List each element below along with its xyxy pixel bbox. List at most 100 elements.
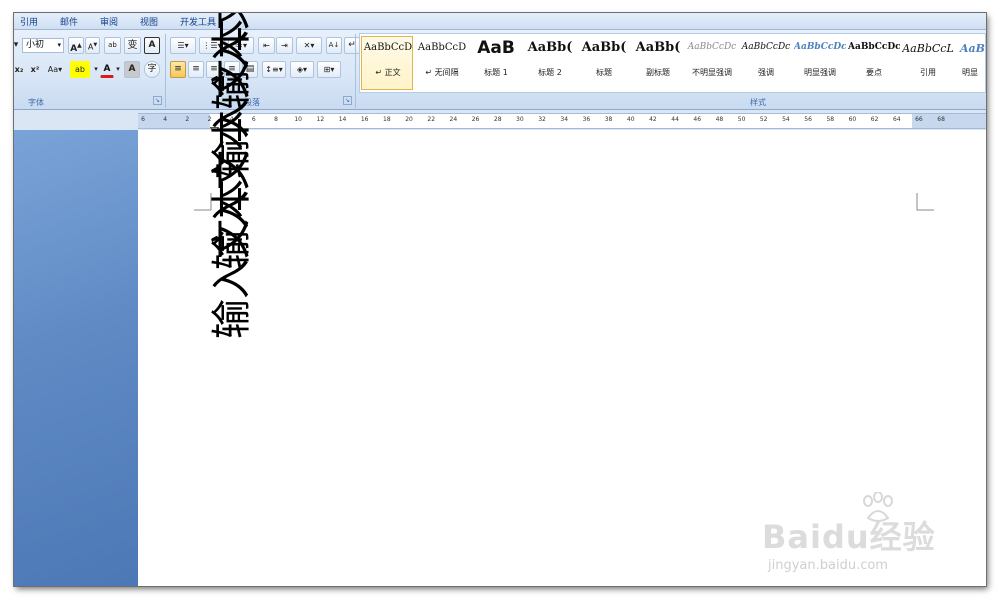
styles-group-label: 样式: [750, 98, 766, 107]
increase-indent-icon[interactable]: ⇥: [276, 37, 293, 54]
ruler-tick-label: 24: [449, 116, 458, 123]
chinese-layout-icon[interactable]: ✕▾: [296, 37, 322, 54]
style-intense-emphasis[interactable]: AaBbCcDc 明显强调: [793, 36, 846, 90]
group-divider: [165, 34, 166, 108]
ruler-tick-label: 58: [826, 116, 835, 123]
style-name: 引用: [920, 68, 936, 77]
style-name: ↵ 正文: [375, 68, 401, 77]
sort-icon[interactable]: A↓: [326, 37, 342, 54]
style-intense-quote[interactable]: AaB 明显: [955, 36, 985, 90]
style-subtitle[interactable]: AaBb( 副标题: [631, 36, 683, 90]
horizontal-ruler[interactable]: 6 4 2 2 4 6 8 10 12 14 16 18 20 22 24 26 28 30 32 34 36 38 40 4…: [138, 113, 986, 129]
phonetic-guide-icon[interactable]: 变: [124, 37, 141, 54]
style-name: 标题 1: [484, 68, 508, 77]
shrink-font-button[interactable]: A▼: [85, 37, 100, 54]
style-emphasis[interactable]: AaBbCcDc 强调: [739, 36, 791, 90]
show-marks-icon[interactable]: ↵: [344, 37, 360, 54]
ruler-tick-label: 52: [759, 116, 768, 123]
style-name: 明显: [962, 68, 978, 77]
style-preview: AaBbCcDc: [687, 42, 737, 52]
enclose-characters-icon[interactable]: 字: [144, 61, 160, 78]
watermark-brand: Baidu经验: [762, 518, 936, 556]
change-case-button[interactable]: Aa▾: [44, 61, 66, 78]
style-preview: AaB: [960, 42, 985, 55]
style-name: 副标题: [646, 68, 670, 77]
style-title[interactable]: AaBb( 标题: [577, 36, 629, 90]
baidu-watermark: Baidu经验 jingyan.baidu.com: [762, 492, 962, 582]
chevron-down-icon[interactable]: ▾: [114, 61, 122, 78]
font-name-dropdown-arrow[interactable]: ▾: [14, 37, 20, 54]
ruler-tick-label: 68: [937, 116, 945, 123]
crop-mark-top-right: [916, 193, 934, 211]
style-quote[interactable]: AaBbCcL 引用: [901, 36, 954, 90]
ribbon: ▾ 小初 ▾ A▲ A▼ ab 变 A x₂ x² Aa▾ ab ▾ A ▾ A…: [14, 30, 986, 110]
shading-icon[interactable]: ◈▾: [290, 61, 314, 78]
style-heading-1[interactable]: AaB 标题 1: [469, 36, 521, 90]
style-preview: AaBbCcDc: [848, 42, 900, 52]
style-preview: AaBbCcD: [363, 42, 413, 53]
styles-gallery[interactable]: AaBbCcD ↵ 正文 AaBbCcD ↵ 无间隔 AaB 标题 1 AaBb…: [359, 33, 986, 93]
style-preview: AaBbCcD: [417, 42, 467, 53]
font-group-label: 字体: [28, 98, 44, 107]
font-size-value: 小初: [26, 40, 45, 50]
subscript-icon[interactable]: x₂: [14, 61, 26, 78]
ruler-tick-label: 36: [582, 116, 591, 123]
ruler-tick-label: 54: [782, 116, 790, 123]
style-normal[interactable]: AaBbCcD ↵ 正文: [361, 36, 413, 90]
tab-review[interactable]: 审阅: [100, 15, 118, 28]
watermark-url: jingyan.baidu.com: [768, 558, 888, 573]
ruler-tick-label: 2: [185, 116, 190, 123]
chevron-down-icon[interactable]: ▾: [92, 61, 100, 78]
ruler-tick-label: 8: [274, 116, 278, 123]
clear-format-icon[interactable]: ab: [104, 37, 121, 54]
ruler-tick-label: 10: [294, 116, 303, 123]
font-color-icon[interactable]: A: [100, 61, 114, 78]
font-dialog-launcher-icon[interactable]: ↘: [153, 96, 162, 105]
line-spacing-icon[interactable]: ↕≡▾: [262, 61, 286, 78]
style-name: 标题: [596, 68, 612, 77]
ruler-tick-label: 44: [671, 116, 679, 123]
tab-view[interactable]: 视图: [140, 15, 158, 28]
ruler-tick-label: 28: [493, 116, 502, 123]
tab-mailings[interactable]: 邮件: [60, 15, 78, 28]
grow-font-button[interactable]: A▲: [68, 37, 84, 54]
style-name: ↵ 无间隔: [425, 68, 459, 77]
tab-references[interactable]: 引用: [20, 15, 38, 28]
ruler-tick-label: 4: [163, 116, 168, 123]
style-name: 强调: [758, 68, 774, 77]
style-no-spacing[interactable]: AaBbCcD ↵ 无间隔: [415, 36, 467, 90]
align-left-icon[interactable]: ≡: [170, 61, 186, 78]
ruler-tick-label: 26: [471, 116, 480, 123]
character-border-icon[interactable]: A: [144, 37, 160, 54]
align-center-icon[interactable]: ≡: [188, 61, 204, 78]
group-divider: [355, 34, 356, 108]
ruler-tick-label: 60: [848, 116, 857, 123]
style-heading-2[interactable]: AaBb( 标题 2: [523, 36, 575, 90]
decrease-indent-icon[interactable]: ⇤: [258, 37, 275, 54]
style-strong[interactable]: AaBbCcDc 要点: [847, 36, 900, 90]
ruler-tick-label: 62: [870, 116, 879, 123]
bullets-icon[interactable]: ☰▾: [170, 37, 196, 54]
character-shading-icon[interactable]: A: [124, 61, 140, 78]
ruler-tick-label: 14: [338, 116, 347, 123]
style-preview: AaBb(: [581, 40, 627, 55]
font-size-combo[interactable]: 小初 ▾: [22, 38, 64, 53]
ruler-left-margin: [138, 114, 210, 128]
ruler-tick-label: 46: [693, 116, 702, 123]
style-name: 明显强调: [804, 68, 836, 77]
ruler-tick-label: 22: [427, 116, 436, 123]
document-text-line[interactable]: 输入文本输入文本: [209, 19, 255, 339]
ruler-tick-label: 42: [649, 116, 657, 123]
superscript-icon[interactable]: x²: [28, 61, 42, 78]
style-preview: AaBbCcL: [902, 42, 954, 55]
style-preview: AaBbCcDc: [794, 42, 846, 52]
paragraph-dialog-launcher-icon[interactable]: ↘: [343, 96, 352, 105]
style-name: 要点: [866, 68, 882, 77]
style-subtle-emphasis[interactable]: AaBbCcDc 不明显强调: [685, 36, 737, 90]
style-preview: AaBbCcDc: [741, 42, 791, 52]
highlight-color-icon[interactable]: ab: [70, 61, 90, 78]
borders-icon[interactable]: ⊞▾: [317, 61, 341, 78]
ruler-tick-label: 50: [737, 116, 746, 123]
document-side-panel: [14, 130, 138, 586]
ruler-tick-label: 32: [538, 116, 546, 123]
